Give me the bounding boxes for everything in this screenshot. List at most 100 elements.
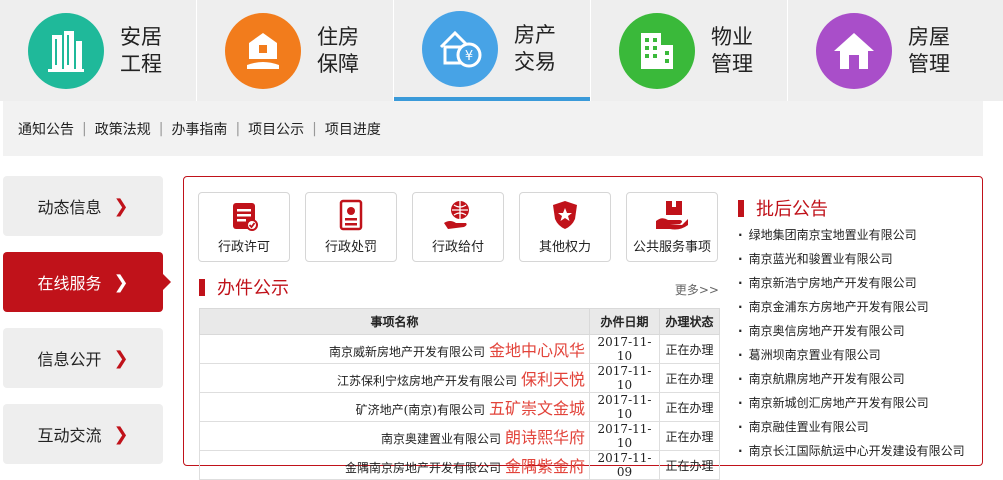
side-item-dynamic[interactable]: 动态信息 ❯ (3, 176, 163, 236)
table-header-row: 事项名称 办件日期 办理状态 (199, 308, 720, 335)
table-row[interactable]: 金隅南京房地产开发有限公司 金隅紫金府 2017-11-09 正在办理 (199, 450, 720, 480)
category-wuye[interactable]: 物业 管理 (591, 0, 787, 101)
chevron-right-icon: ❯ (113, 271, 129, 293)
category-nav: 安居 工程 住房 保障 ¥ 房产 交易 物业 管理 房屋 管理 (0, 0, 1003, 109)
case-name-cell: 金隅南京房地产开发有限公司 金隅紫金府 (199, 450, 590, 480)
company-name: 南京威新房地产开发有限公司 (328, 345, 485, 359)
subnav-policies[interactable]: 政策法规 (95, 119, 151, 139)
subnav-progress[interactable]: 项目进度 (325, 119, 381, 139)
home-icon (816, 12, 892, 89)
column-header: 事项名称 (199, 308, 590, 335)
case-status: 正在办理 (659, 334, 720, 364)
case-name-cell: 南京威新房地产开发有限公司 金地中心风华 (199, 334, 590, 364)
service-buttons: 行政许可 行政处罚 行政给付 其他权力 公共服务事项 (198, 192, 733, 262)
subnav-notices[interactable]: 通知公告 (18, 119, 74, 139)
side-item-label: 互动交流 (37, 426, 102, 445)
house-hand-icon (225, 12, 301, 89)
hand-box-icon (656, 201, 688, 230)
divider: | (235, 120, 241, 137)
subnav-guide[interactable]: 办事指南 (171, 119, 227, 139)
notices-title: 批后公告 (756, 199, 828, 220)
case-status: 正在办理 (659, 363, 720, 393)
company-name: 南京奥建置业有限公司 (380, 432, 501, 446)
case-status: 正在办理 (659, 392, 720, 422)
cases-table: 事项名称 办件日期 办理状态 南京威新房地产开发有限公司 金地中心风华 2017-… (199, 308, 720, 480)
company-name: 江苏保利宁炫房地产开发有限公司 (336, 374, 517, 388)
divider: | (312, 120, 317, 137)
project-name: 金地中心风华 (488, 341, 585, 360)
service-label: 其他权力 (538, 240, 591, 255)
company-name: 矿济地产(南京)有限公司 (355, 403, 485, 417)
service-other-powers-button[interactable]: 其他权力 (519, 192, 611, 262)
service-label: 行政给付 (431, 240, 484, 255)
service-public-button[interactable]: 公共服务事项 (626, 192, 718, 262)
list-item[interactable]: 南京金浦东方房地产开发有限公司 (738, 295, 965, 319)
case-date: 2017-11-10 (589, 334, 660, 364)
svg-text:¥: ¥ (465, 49, 473, 64)
list-item[interactable]: 葛洲坝南京置业有限公司 (738, 343, 965, 367)
service-admin-license-button[interactable]: 行政许可 (198, 192, 290, 262)
case-date: 2017-11-10 (589, 421, 660, 451)
divider: | (158, 120, 164, 137)
side-item-disclosure[interactable]: 信息公开 ❯ (3, 328, 163, 388)
column-header: 办件日期 (589, 308, 660, 335)
project-name: 朗诗熙华府 (504, 428, 585, 447)
section-marker (738, 199, 744, 217)
cases-header: 办件公示 更多>> (199, 275, 719, 299)
category-label: 物业 管理 (711, 24, 753, 76)
list-item[interactable]: 南京航鼎房地产开发有限公司 (738, 367, 965, 391)
divider: | (82, 120, 87, 137)
list-item[interactable]: 绿地集团南京宝地置业有限公司 (738, 223, 965, 247)
side-item-label: 动态信息 (37, 198, 102, 217)
company-name: 金隅南京房地产开发有限公司 (344, 461, 501, 475)
house-yuan-icon: ¥ (422, 10, 498, 87)
list-item[interactable]: 南京长江国际航运中心开发建设有限公司 (738, 439, 965, 463)
table-row[interactable]: 南京威新房地产开发有限公司 金地中心风华 2017-11-10 正在办理 (199, 334, 720, 364)
clipboard-check-icon (233, 203, 258, 231)
case-status: 正在办理 (659, 450, 720, 480)
table-row[interactable]: 南京奥建置业有限公司 朗诗熙华府 2017-11-10 正在办理 (199, 421, 720, 451)
document-stamp-icon (339, 199, 363, 231)
table-row[interactable]: 矿济地产(南京)有限公司 五矿崇文金城 2017-11-10 正在办理 (199, 392, 720, 422)
side-item-online-service[interactable]: 在线服务 ❯ (3, 252, 171, 312)
list-item[interactable]: 南京新城创汇房地产开发有限公司 (738, 391, 965, 415)
list-item[interactable]: 南京融佳置业有限公司 (738, 415, 965, 439)
project-name: 保利天悦 (520, 370, 585, 389)
list-item[interactable]: 南京新浩宁房地产开发有限公司 (738, 271, 965, 295)
cases-title: 办件公示 (217, 278, 289, 299)
chevron-right-icon: ❯ (113, 423, 129, 445)
side-menu: 动态信息 ❯ 在线服务 ❯ 信息公开 ❯ 互动交流 ❯ (3, 176, 171, 480)
shield-star-icon (553, 201, 577, 229)
service-admin-penalty-button[interactable]: 行政处罚 (305, 192, 397, 262)
case-status: 正在办理 (659, 421, 720, 451)
category-label: 住房 保障 (317, 24, 359, 76)
hand-globe-icon (444, 201, 469, 229)
category-label: 房产 交易 (514, 22, 556, 74)
service-label: 行政处罚 (324, 240, 377, 255)
service-label: 公共服务事项 (632, 240, 711, 255)
category-zhufang[interactable]: 住房 保障 (197, 0, 393, 101)
case-name-cell: 南京奥建置业有限公司 朗诗熙华府 (199, 421, 590, 451)
case-name-cell: 江苏保利宁炫房地产开发有限公司 保利天悦 (199, 363, 590, 393)
building-icon (28, 12, 104, 89)
more-link[interactable]: 更多>> (675, 281, 719, 298)
case-date: 2017-11-09 (589, 450, 660, 480)
category-fangwu[interactable]: 房屋 管理 (788, 0, 1003, 101)
category-label: 房屋 管理 (908, 24, 950, 76)
list-item[interactable]: 南京奥信房地产开发有限公司 (738, 319, 965, 343)
category-anju[interactable]: 安居 工程 (0, 0, 196, 101)
subnav-projects[interactable]: 项目公示 (248, 119, 304, 139)
category-label: 安居 工程 (120, 24, 162, 76)
side-item-interaction[interactable]: 互动交流 ❯ (3, 404, 163, 464)
list-item[interactable]: 南京蓝光和骏置业有限公司 (738, 247, 965, 271)
category-fangchan[interactable]: ¥ 房产 交易 (394, 0, 590, 109)
side-item-label: 信息公开 (37, 350, 102, 369)
notices-header: 批后公告 (738, 195, 828, 221)
notices-list: 绿地集团南京宝地置业有限公司 南京蓝光和骏置业有限公司 南京新浩宁房地产开发有限… (738, 223, 965, 463)
table-row[interactable]: 江苏保利宁炫房地产开发有限公司 保利天悦 2017-11-10 正在办理 (199, 363, 720, 393)
service-admin-payment-button[interactable]: 行政给付 (412, 192, 504, 262)
project-name: 金隅紫金府 (504, 457, 585, 476)
chevron-right-icon: ❯ (113, 347, 129, 369)
column-header: 办理状态 (659, 308, 720, 335)
service-label: 行政许可 (217, 240, 270, 255)
